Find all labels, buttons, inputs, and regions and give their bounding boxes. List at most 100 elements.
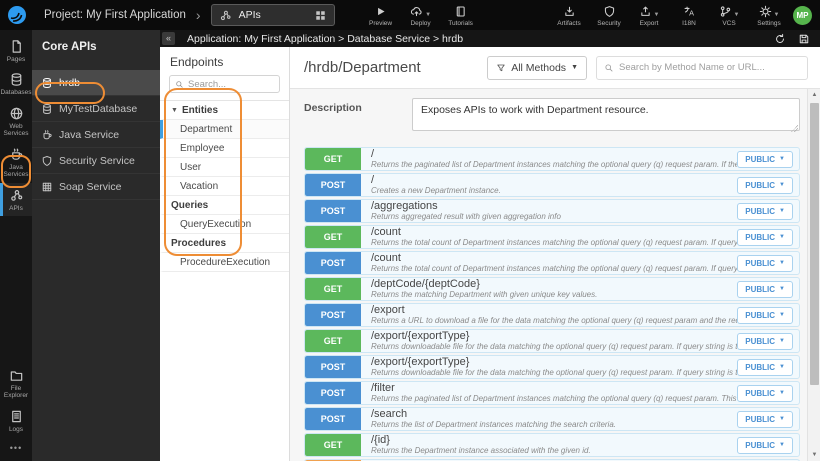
visibility-dropdown[interactable]: PUBLIC ▼ bbox=[737, 436, 793, 454]
visibility-dropdown[interactable]: PUBLIC ▼ bbox=[737, 384, 793, 402]
database-icon bbox=[41, 77, 53, 89]
settings-button[interactable]: ▼ Settings bbox=[756, 4, 782, 27]
core-api-item-soap-service[interactable]: Soap Service bbox=[32, 174, 160, 200]
left-icon-rail: Pages Databases Web Services Java Services A… bbox=[0, 30, 32, 461]
app-logo[interactable] bbox=[0, 0, 34, 30]
i18n-button[interactable]: A I18N bbox=[676, 4, 702, 27]
tree-item-procedureexecution[interactable]: ProcedureExecution bbox=[160, 253, 289, 272]
api-description: Returns the total count of Department in… bbox=[371, 238, 738, 247]
visibility-dropdown[interactable]: PUBLIC ▼ bbox=[737, 280, 793, 298]
api-path: /search bbox=[371, 409, 408, 421]
visibility-dropdown[interactable]: PUBLIC ▼ bbox=[737, 150, 793, 168]
folder-icon bbox=[9, 368, 24, 383]
post-method-badge: POST bbox=[305, 356, 361, 378]
api-row[interactable]: GET /{id} Returns the Department instance … bbox=[304, 433, 800, 457]
tree-group-entities[interactable]: ▼ Entities bbox=[160, 101, 289, 120]
api-list-body: Description Exposes APIs to work with De… bbox=[290, 89, 820, 461]
tab-apis[interactable]: APIs bbox=[210, 4, 335, 26]
export-button[interactable]: ▼ Export bbox=[636, 4, 662, 27]
api-row[interactable]: GET / Returns the paginated list of Depart… bbox=[304, 147, 800, 171]
visibility-dropdown[interactable]: PUBLIC ▼ bbox=[737, 228, 793, 246]
api-path: / bbox=[371, 175, 375, 187]
endpoints-search-input[interactable] bbox=[188, 78, 274, 90]
more-menu-button[interactable]: ••• bbox=[0, 437, 32, 461]
api-row[interactable]: POST/export/{exportType} Returns download… bbox=[304, 355, 800, 379]
deploy-button[interactable]: ▼ Deploy bbox=[408, 4, 434, 27]
method-search-input[interactable] bbox=[619, 62, 800, 73]
core-api-label: hrdb bbox=[59, 76, 81, 89]
sidebar-item-label: Logs bbox=[8, 425, 24, 433]
vcs-button[interactable]: ▼ VCS bbox=[716, 4, 742, 27]
visibility-dropdown[interactable]: PUBLIC ▼ bbox=[737, 410, 793, 428]
tree-group-queries[interactable]: Queries bbox=[160, 196, 289, 215]
core-api-label: Java Service bbox=[59, 128, 120, 141]
visibility-dropdown[interactable]: PUBLIC ▼ bbox=[737, 254, 793, 272]
get-method-badge: GET bbox=[305, 278, 361, 300]
api-row[interactable]: GET/export/{exportType} Returns downloada… bbox=[304, 329, 800, 353]
user-avatar[interactable]: MP bbox=[793, 5, 812, 25]
methods-filter-dropdown[interactable]: All Methods ▼ bbox=[487, 55, 587, 80]
tree-item-vacation[interactable]: Vacation bbox=[160, 177, 289, 196]
preview-button[interactable]: Preview bbox=[368, 4, 394, 27]
sidebar-item-file-explorer[interactable]: File Explorer bbox=[0, 363, 32, 404]
core-api-item-mytestdatabase[interactable]: MyTestDatabase bbox=[32, 96, 160, 122]
caret-down-icon: ▼ bbox=[733, 11, 740, 18]
sidebar-item-apis[interactable]: APIs bbox=[0, 182, 32, 217]
sidebar-item-databases[interactable]: Databases bbox=[0, 67, 32, 100]
api-row[interactable]: POST/count Returns the total count of Dep… bbox=[304, 251, 800, 275]
action-label: Settings bbox=[757, 19, 781, 27]
visibility-dropdown[interactable]: PUBLIC ▼ bbox=[737, 358, 793, 376]
sidebar-item-logs[interactable]: Logs bbox=[0, 404, 32, 437]
tree-item-queryexecution[interactable]: QueryExecution bbox=[160, 215, 289, 234]
visibility-dropdown[interactable]: PUBLIC ▼ bbox=[737, 306, 793, 324]
description-textarea[interactable]: Exposes APIs to work with Department res… bbox=[412, 98, 800, 131]
main-content: /hrdb/Department All Methods ▼ Descripti… bbox=[290, 47, 820, 461]
scrollbar-thumb[interactable] bbox=[810, 103, 819, 385]
artifacts-button[interactable]: Artifacts bbox=[556, 4, 582, 27]
sidebar-item-label: Web Services bbox=[3, 122, 29, 138]
endpoints-search[interactable] bbox=[169, 75, 280, 93]
post-method-badge: POST bbox=[305, 304, 361, 326]
tree-item-employee[interactable]: Employee bbox=[160, 139, 289, 158]
caret-down-icon: ▼ bbox=[779, 338, 785, 344]
scroll-up-arrow[interactable]: ▲ bbox=[808, 89, 820, 101]
tree-item-user[interactable]: User bbox=[160, 158, 289, 177]
collapse-panel-button[interactable]: « bbox=[162, 32, 176, 45]
api-row[interactable]: POST/export Returns a URL to download a f… bbox=[304, 303, 800, 327]
vertical-scrollbar[interactable]: ▲ ▼ bbox=[807, 89, 820, 461]
grid-icon[interactable] bbox=[314, 9, 327, 22]
sidebar-item-pages[interactable]: Pages bbox=[0, 34, 32, 67]
api-row[interactable]: POST/filter Returns the paginated list of… bbox=[304, 381, 800, 405]
api-row[interactable]: POST / Creates a new Department instance. P… bbox=[304, 173, 800, 197]
api-row[interactable]: POST/search Returns the list of Departmen… bbox=[304, 407, 800, 431]
topbar-left-actions: Preview ▼ Deploy Tutorials bbox=[361, 4, 481, 27]
api-path: /count bbox=[371, 253, 401, 265]
security-button[interactable]: Security bbox=[596, 4, 622, 27]
api-row[interactable]: GET/count Returns the total count of Depa… bbox=[304, 225, 800, 249]
api-row[interactable]: POST/aggregations Returns aggregated resu… bbox=[304, 199, 800, 223]
caret-down-icon: ▼ bbox=[779, 260, 785, 266]
api-path: /filter bbox=[371, 383, 395, 395]
visibility-dropdown[interactable]: PUBLIC ▼ bbox=[737, 202, 793, 220]
visibility-dropdown[interactable]: PUBLIC ▼ bbox=[737, 332, 793, 350]
core-api-item-java-service[interactable]: Java Service bbox=[32, 122, 160, 148]
sidebar-item-web-services[interactable]: Web Services bbox=[0, 101, 32, 142]
core-api-item-hrdb[interactable]: hrdb bbox=[32, 70, 160, 96]
scroll-down-arrow[interactable]: ▼ bbox=[808, 449, 820, 461]
api-row[interactable]: GET/deptCode/{deptCode} Returns the match… bbox=[304, 277, 800, 301]
soap-icon bbox=[41, 181, 53, 193]
core-api-item-security-service[interactable]: Security Service bbox=[32, 148, 160, 174]
logs-icon bbox=[9, 409, 24, 424]
tree-group-procedures[interactable]: Procedures bbox=[160, 234, 289, 253]
sidebar-item-label: APIs bbox=[9, 204, 23, 212]
resize-grip[interactable] bbox=[791, 125, 798, 132]
get-method-badge: GET bbox=[305, 330, 361, 352]
method-search[interactable] bbox=[596, 55, 808, 80]
refresh-icon[interactable] bbox=[774, 33, 786, 45]
tree-item-department[interactable]: Department bbox=[160, 120, 289, 139]
tutorials-button[interactable]: Tutorials bbox=[448, 4, 474, 27]
save-icon[interactable] bbox=[798, 33, 810, 45]
sidebar-item-java-services[interactable]: Java Services bbox=[0, 142, 32, 183]
api-path: /export/{exportType} bbox=[371, 357, 470, 369]
visibility-dropdown[interactable]: PUBLIC ▼ bbox=[737, 176, 793, 194]
